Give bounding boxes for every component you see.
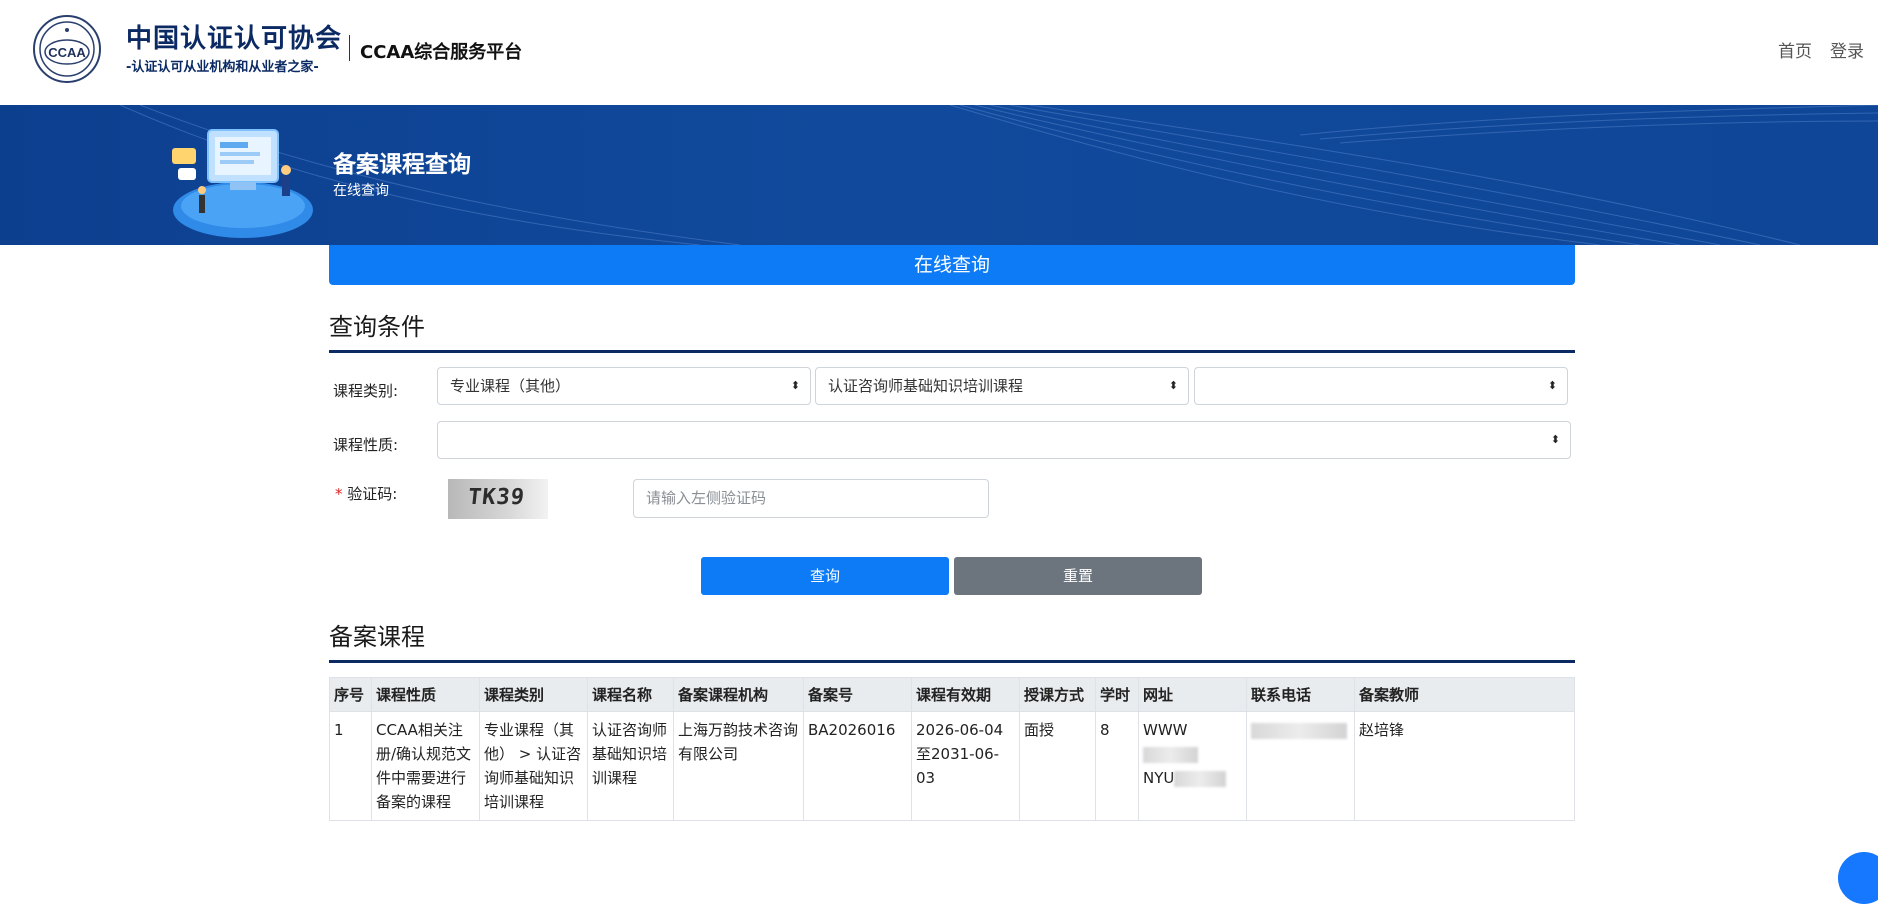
captcha-label-wrap: * 验证码: <box>335 483 397 504</box>
cell-phone <box>1246 711 1355 821</box>
col-hours-header: 学时 <box>1095 677 1139 712</box>
captcha-row: * 验证码: TK39 <box>329 475 1575 529</box>
col-record-no-header: 备案号 <box>803 677 912 712</box>
course-category-select-2[interactable]: 认证咨询师基础知识培训课程 ⬍ <box>815 367 1189 405</box>
online-query-tab[interactable]: 在线查询 <box>329 245 1575 285</box>
cell-no: 1 <box>329 711 372 821</box>
nav-home-link[interactable]: 首页 <box>1778 37 1812 62</box>
course-nature-label: 课程性质: <box>333 436 399 454</box>
required-mark: * <box>335 485 343 503</box>
course-nature-row: 课程性质: ⬍ <box>329 421 1575 475</box>
cell-org: 上海万韵技术咨询有限公司 <box>673 711 804 821</box>
page-banner: 备案课程查询 在线查询 <box>0 105 1878 245</box>
cell-url[interactable]: WWW NYU <box>1138 711 1247 821</box>
redacted-blur <box>1174 770 1227 787</box>
org-slogan: -认证认可从业机构和从业者之家- <box>126 60 319 75</box>
col-teacher-header: 备案教师 <box>1354 677 1575 712</box>
main-content: 在线查询 查询条件 课程类别: 专业课程（其他） ⬍ 认证咨询师基础知识培训课程… <box>329 245 1575 821</box>
captcha-label: 验证码: <box>347 485 398 503</box>
cell-mode: 面授 <box>1019 711 1096 821</box>
cell-record-no: BA2026016 <box>803 711 912 821</box>
cell-hours: 8 <box>1095 711 1139 821</box>
redacted-blur <box>1251 722 1347 739</box>
select-arrow-icon: ⬍ <box>1168 379 1178 392</box>
course-category-select-1[interactable]: 专业课程（其他） ⬍ <box>437 367 811 405</box>
col-url-header: 网址 <box>1138 677 1247 712</box>
logo-text: CCAA <box>48 45 86 60</box>
cell-category: 专业课程（其他） > 认证咨询师基础知识培训课程 <box>479 711 588 821</box>
query-button[interactable]: 查询 <box>701 557 949 595</box>
course-category-select-1-value: 专业课程（其他） <box>450 377 571 395</box>
course-nature-select[interactable]: ⬍ <box>437 421 1571 459</box>
captcha-input[interactable] <box>633 479 989 518</box>
site-header: CCAA 中国认证认可协会 -认证认可从业机构和从业者之家- CCAA综合服务平… <box>0 0 1878 105</box>
brand-divider <box>349 35 350 61</box>
col-org-header: 备案课程机构 <box>673 677 804 712</box>
col-name-header: 课程名称 <box>587 677 674 712</box>
computer-illustration-icon <box>172 129 313 238</box>
cell-nature: CCAA相关注册/确认规范文件中需要进行备案的课程 <box>371 711 480 821</box>
org-name: 中国认证认可协会 <box>126 24 343 54</box>
select-arrow-icon: ⬍ <box>1547 379 1557 392</box>
reset-button[interactable]: 重置 <box>954 557 1202 595</box>
cell-name: 认证咨询师基础知识培训课程 <box>587 711 674 821</box>
chat-bubble-icon[interactable] <box>1838 852 1878 904</box>
platform-name[interactable]: CCAA综合服务平台 <box>360 38 522 64</box>
results-table: 序号 课程性质 课程类别 课程名称 备案课程机构 备案号 课程有效期 授课方式 … <box>329 677 1575 821</box>
col-nature-header: 课程性质 <box>371 677 480 712</box>
banner-title: 备案课程查询 <box>333 152 471 178</box>
query-section-title: 查询条件 <box>329 307 1575 353</box>
top-nav: 首页 登录 <box>1778 37 1864 62</box>
course-category-select-3[interactable]: ⬍ <box>1194 367 1568 405</box>
table-row: 1 CCAA相关注册/确认规范文件中需要进行备案的课程 专业课程（其他） > 认… <box>329 711 1575 821</box>
url-text-line-1: WWW <box>1143 721 1188 739</box>
url-text-line-2: NYU <box>1143 769 1175 787</box>
select-arrow-icon: ⬍ <box>1550 433 1560 446</box>
table-header-row: 序号 课程性质 课程类别 课程名称 备案课程机构 备案号 课程有效期 授课方式 … <box>329 677 1575 712</box>
col-category-header: 课程类别 <box>479 677 588 712</box>
col-mode-header: 授课方式 <box>1019 677 1096 712</box>
course-category-row: 课程类别: 专业课程（其他） ⬍ 认证咨询师基础知识培训课程 ⬍ ⬍ <box>329 367 1575 421</box>
col-no-header: 序号 <box>329 677 372 712</box>
results-section-title: 备案课程 <box>329 617 1575 663</box>
redacted-blur <box>1143 746 1198 763</box>
ccaa-logo[interactable]: CCAA <box>32 14 102 84</box>
captcha-image[interactable]: TK39 <box>448 479 548 519</box>
banner-subtitle: 在线查询 <box>333 183 389 199</box>
captcha-image-text: TK39 <box>466 485 527 510</box>
nav-login-link[interactable]: 登录 <box>1830 37 1864 62</box>
action-buttons: 查询 重置 <box>329 529 1575 613</box>
col-validity-header: 课程有效期 <box>911 677 1020 712</box>
select-arrow-icon: ⬍ <box>790 379 800 392</box>
col-phone-header: 联系电话 <box>1246 677 1355 712</box>
course-category-label: 课程类别: <box>333 382 399 400</box>
course-category-select-2-value: 认证咨询师基础知识培训课程 <box>828 377 1024 395</box>
cell-teacher: 赵培锋 <box>1354 711 1575 821</box>
cell-validity: 2026-06-04至2031-06-03 <box>911 711 1020 821</box>
